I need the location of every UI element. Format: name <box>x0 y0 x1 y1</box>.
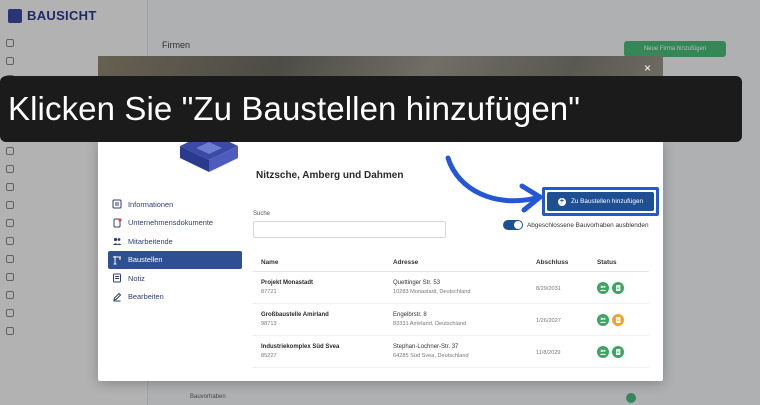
table-row[interactable]: Großbaustelle Amirland 98713 Engelbrstr.… <box>253 304 649 336</box>
plus-circle-icon: + <box>557 197 566 206</box>
tab-notiz[interactable]: Notiz <box>108 269 242 287</box>
address-street: Quettinger Str. 53 <box>393 280 441 286</box>
project-name: Industriekomplex Süd Svea <box>261 344 340 350</box>
crane-icon <box>112 255 122 265</box>
table-row[interactable]: Industriekomplex Süd Svea 85227 Stephan-… <box>253 336 649 368</box>
tab-mitarbeitende[interactable]: Mitarbeitende <box>108 232 242 250</box>
tab-label: Baustellen <box>128 255 163 264</box>
people-icon <box>112 236 122 246</box>
tab-unternehmensdokumente[interactable]: Unternehmensdokumente <box>108 214 242 232</box>
tab-informationen[interactable]: Informationen <box>108 195 242 213</box>
cell-address: Engelbrstr. 8 83331 Amirland, Deutschlan… <box>393 312 536 327</box>
pointer-arrow-icon <box>445 155 543 213</box>
edit-icon <box>112 292 122 302</box>
project-name: Projekt Monastadt <box>261 280 314 286</box>
tab-label: Informationen <box>128 199 174 209</box>
tab-label: Unternehmensdokumente <box>128 218 214 227</box>
tab-bearbeiten[interactable]: Bearbeiten <box>108 288 242 306</box>
tab-label: Mitarbeitende <box>128 236 173 246</box>
close-icon[interactable]: × <box>644 62 651 74</box>
address-street: Stephan-Lochner-Str. 37 <box>393 344 459 350</box>
cell-name: Industriekomplex Süd Svea 85227 <box>253 344 393 359</box>
column-header-status[interactable]: Status <box>597 259 649 266</box>
column-header-completion[interactable]: Abschluss <box>536 259 597 266</box>
construction-sites-table: Name Adresse Abschluss Status Projekt Mo… <box>253 254 649 368</box>
address-city: 10283 Monastadt, Deutschland <box>393 289 471 295</box>
cell-name: Großbaustelle Amirland 98713 <box>253 312 393 327</box>
project-number: 98713 <box>261 321 277 327</box>
people-status-icon[interactable] <box>597 345 609 358</box>
project-number: 85227 <box>261 353 277 359</box>
address-city: 83331 Amirland, Deutschland <box>393 321 467 327</box>
modal-sidebar: Informationen Unternehmensdokumente Mita… <box>108 195 242 306</box>
cell-status <box>597 313 649 326</box>
instruction-banner: Klicken Sie "Zu Baustellen hinzufügen" <box>0 76 742 142</box>
people-status-icon[interactable] <box>597 281 609 294</box>
project-number: 87721 <box>261 289 277 295</box>
search-label: Suche <box>253 211 271 217</box>
cell-completion-date: 8/29/2031 <box>536 286 561 292</box>
cell-name: Projekt Monastadt 87721 <box>253 280 393 295</box>
document-icon <box>112 217 122 228</box>
document-status-icon[interactable] <box>612 345 624 358</box>
add-to-construction-sites-button[interactable]: + Zu Baustellen hinzufügen <box>547 192 654 211</box>
cell-status <box>597 345 649 358</box>
document-status-icon[interactable] <box>612 281 624 294</box>
table-row[interactable]: Projekt Monastadt 87721 Quettinger Str. … <box>253 272 649 304</box>
add-button-label: Zu Baustellen hinzufügen <box>570 198 644 205</box>
cell-completion-date: 1/26/2027 <box>536 318 561 324</box>
column-header-address[interactable]: Adresse <box>393 259 536 266</box>
company-name: Nitzsche, Amberg und Dahmen <box>256 170 404 181</box>
address-city: 64285 Süd Svea, Deutschland <box>393 353 469 359</box>
column-header-name[interactable]: Name <box>253 259 393 266</box>
toggle-knob <box>514 221 522 229</box>
tab-label: Notiz <box>128 273 145 283</box>
hide-completed-toggle[interactable] <box>503 220 523 230</box>
info-icon <box>112 199 122 209</box>
note-icon <box>112 273 122 283</box>
search-input[interactable] <box>253 221 446 238</box>
tab-label: Bearbeiten <box>128 292 164 301</box>
instruction-text: Klicken Sie "Zu Baustellen hinzufügen" <box>8 90 581 127</box>
cell-status <box>597 281 649 294</box>
tab-baustellen[interactable]: Baustellen <box>108 250 242 269</box>
cell-address: Stephan-Lochner-Str. 37 64285 Süd Svea, … <box>393 344 536 359</box>
document-warning-status-icon[interactable] <box>612 313 624 326</box>
people-status-icon[interactable] <box>597 313 609 326</box>
project-name: Großbaustelle Amirland <box>261 312 329 318</box>
table-header: Name Adresse Abschluss Status <box>253 254 649 272</box>
toggle-label: Abgeschlossene Bauvorhaben ausblenden <box>527 221 649 229</box>
cell-address: Quettinger Str. 53 10283 Monastadt, Deut… <box>393 280 536 295</box>
hide-completed-toggle-group: Abgeschlossene Bauvorhaben ausblenden <box>503 220 649 230</box>
cell-completion-date: 11/8/2029 <box>536 350 561 356</box>
address-street: Engelbrstr. 8 <box>393 312 427 318</box>
